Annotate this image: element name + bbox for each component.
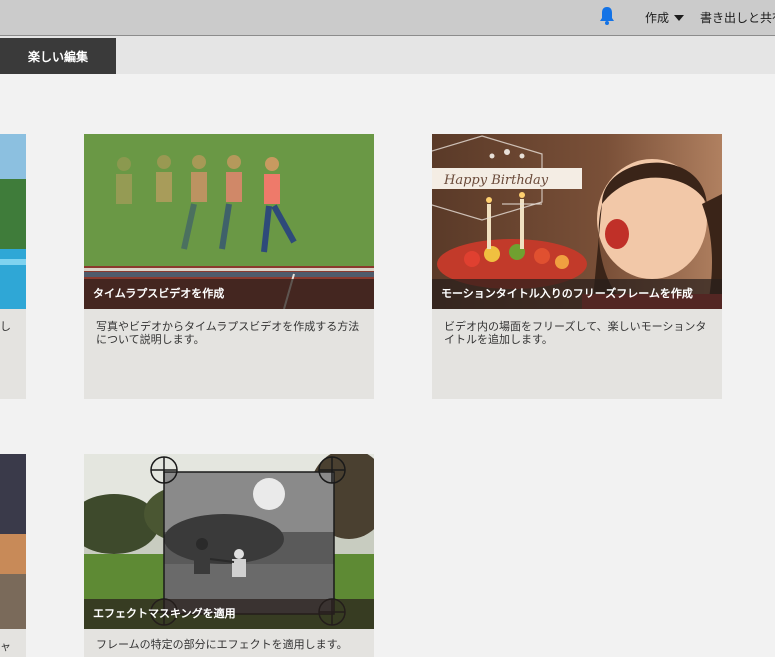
tab-fun-edits[interactable]: 楽しい編集 — [0, 38, 116, 74]
freeze-frame-description: ビデオ内の場面をフリーズして、楽しいモーションタイトルを追加します。 — [444, 320, 707, 346]
caret-down-icon — [674, 14, 685, 21]
partial-card-top[interactable]: し — [0, 134, 26, 399]
partial-card-bottom[interactable]: ャ — [0, 454, 26, 657]
create-menu-button[interactable]: 作成 — [645, 9, 685, 26]
happy-birthday-overlay: Happy Birthday — [443, 173, 549, 188]
effect-masking-title: エフェクトマスキングを適用 — [84, 599, 374, 629]
freeze-frame-title: モーションタイトル入りのフリーズフレームを作成 — [432, 279, 722, 309]
partial-card-bottom-thumbnail — [0, 454, 26, 629]
timelapse-title: タイムラプスビデオを作成 — [84, 279, 374, 309]
bell-icon[interactable] — [598, 6, 616, 26]
create-label: 作成 — [645, 11, 670, 25]
export-share-button[interactable]: 書き出しと共有 — [700, 9, 775, 26]
top-bar: 作成 書き出しと共有 — [0, 0, 775, 36]
partial-card-desc: し — [0, 320, 11, 333]
partial-card-bottom-desc: ャ — [0, 640, 11, 653]
card-effect-masking[interactable]: エフェクトマスキングを適用 フレームの特定の部分にエフェクトを適用します。 — [84, 454, 374, 657]
timelapse-description: 写真やビデオからタイムラプスビデオを作成する方法について説明します。 — [96, 320, 360, 346]
card-timelapse[interactable]: タイムラプスビデオを作成 写真やビデオからタイムラプスビデオを作成する方法につい… — [84, 134, 374, 399]
effect-masking-description: フレームの特定の部分にエフェクトを適用します。 — [96, 638, 348, 651]
tab-bar: 楽しい編集 — [0, 36, 775, 74]
card-freeze-frame[interactable]: Happy Birthday モーションタイトル入りのフリーズフレームを作成 ビ… — [432, 134, 722, 399]
partial-card-thumbnail — [0, 134, 26, 309]
